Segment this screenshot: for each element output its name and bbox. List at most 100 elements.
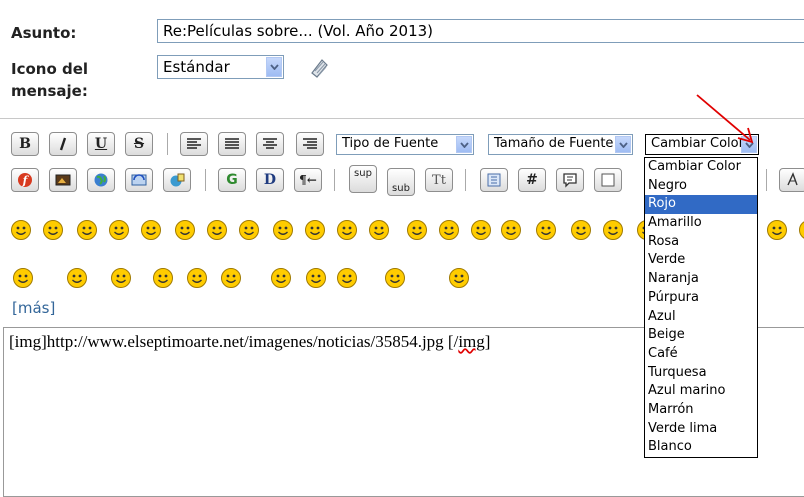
smiley-icon[interactable] [174,219,196,241]
code-button[interactable]: # [518,168,546,192]
smiley-icon[interactable] [570,219,592,241]
d-button[interactable]: D [256,168,284,192]
smiley-icon[interactable] [206,219,228,241]
align-right-button[interactable] [296,132,324,156]
color-option[interactable]: Turquesa [645,364,757,383]
smiley-icon[interactable] [406,219,428,241]
smiley-icon[interactable] [76,219,98,241]
smiley-icon[interactable] [66,267,88,289]
smiley-icon[interactable] [368,219,390,241]
italic-button[interactable] [49,132,77,156]
bold-button[interactable]: B [11,132,39,156]
list-button[interactable] [480,168,508,192]
smiley-icon[interactable] [602,219,624,241]
map-button[interactable] [163,168,191,192]
color-option[interactable]: Amarillo [645,214,757,233]
red-arrow-annotation [694,92,758,148]
font-size-select[interactable]: Tamaño de Fuente [488,134,633,155]
flash-button[interactable]: f [11,168,39,192]
smiley-icon[interactable] [220,267,242,289]
color-option[interactable]: Rojo [645,195,757,214]
smiley-icon[interactable] [10,219,32,241]
map-icon [168,172,186,188]
underline-button[interactable]: U [87,132,115,156]
color-option[interactable]: Naranja [645,270,757,289]
color-option[interactable]: Cambiar Color [645,158,757,177]
message-icon-value: Estándar [163,58,230,76]
google-button[interactable]: G [218,168,246,192]
smiley-icon[interactable] [42,219,64,241]
image-icon [54,172,72,188]
flash-icon: f [16,172,34,188]
color-dropdown-list[interactable]: Cambiar ColorNegroRojoAmarilloRosaVerdeN… [644,157,758,458]
justify-button[interactable] [218,132,246,156]
font-type-select[interactable]: Tipo de Fuente [336,134,474,155]
teletype-button[interactable]: Tt [425,168,453,192]
smiley-icon[interactable] [108,219,130,241]
editor-text: [img]http://www.elseptimoarte.net/imagen… [9,332,458,351]
smiley-icon[interactable] [535,219,557,241]
color-option[interactable]: Púrpura [645,289,757,308]
smiley-icon[interactable] [336,267,358,289]
speech-bubble-icon [561,172,579,188]
smiley-icon[interactable] [272,219,294,241]
smiley-icon[interactable] [766,219,788,241]
misspelled-word: img [458,332,484,351]
smiley-icon[interactable] [270,267,292,289]
color-option[interactable]: Marrón [645,401,757,420]
color-option[interactable]: Beige [645,326,757,345]
link-button[interactable] [87,168,115,192]
color-option[interactable]: Azul marino [645,382,757,401]
smiley-icon[interactable] [304,219,326,241]
smiley-icon[interactable] [152,267,174,289]
smiley-icon[interactable] [384,267,406,289]
icon-label-line1: Icono del [11,58,88,80]
smiley-icon[interactable] [798,219,804,241]
smiley-icon[interactable] [110,267,132,289]
align-center-button[interactable] [256,132,284,156]
superscript-button[interactable]: sup [349,165,377,193]
color-option[interactable]: Negro [645,177,757,196]
align-left-button[interactable] [180,132,208,156]
color-option[interactable]: Verde lima [645,420,757,439]
color-option[interactable]: Café [645,345,757,364]
font-style-icon [784,172,802,188]
chevron-down-icon [456,136,472,153]
chevron-down-icon [615,136,631,153]
subject-input[interactable]: Re:Películas sobre... (Vol. Año 2013) [157,19,804,43]
strike-button[interactable]: S [125,132,153,156]
separator [465,169,466,191]
separator [334,169,335,191]
subject-label: Asunto: [11,22,76,44]
message-icon-select[interactable]: Estándar [157,55,284,79]
chevron-down-icon [266,57,282,77]
font-type-value: Tipo de Fuente [342,136,438,151]
smiley-icon[interactable] [305,267,327,289]
quote-button[interactable] [556,168,584,192]
smiley-icon[interactable] [500,219,522,241]
color-option[interactable]: Blanco [645,438,757,457]
smiley-icon[interactable] [186,267,208,289]
smiley-icon[interactable] [438,219,460,241]
subscript-button[interactable]: sub [387,168,415,196]
separator [167,133,168,155]
email-button[interactable] [125,168,153,192]
box-icon [599,172,617,188]
rtl-button[interactable]: ¶← [294,168,322,192]
smiley-icon[interactable] [140,219,162,241]
divider [0,118,804,119]
italic-icon [54,136,72,152]
color-option[interactable]: Rosa [645,233,757,252]
smiley-icon[interactable] [470,219,492,241]
image-button[interactable] [49,168,77,192]
smiley-icon[interactable] [238,219,260,241]
color-option[interactable]: Verde [645,251,757,270]
font-style-button[interactable] [779,168,804,192]
smiley-icon[interactable] [448,267,470,289]
smiley-icon[interactable] [336,219,358,241]
more-smileys-link[interactable]: [más] [12,299,55,317]
smiley-icon[interactable] [12,267,34,289]
color-option[interactable]: Azul [645,308,757,327]
list-icon [485,172,503,188]
box-button[interactable] [594,168,622,192]
